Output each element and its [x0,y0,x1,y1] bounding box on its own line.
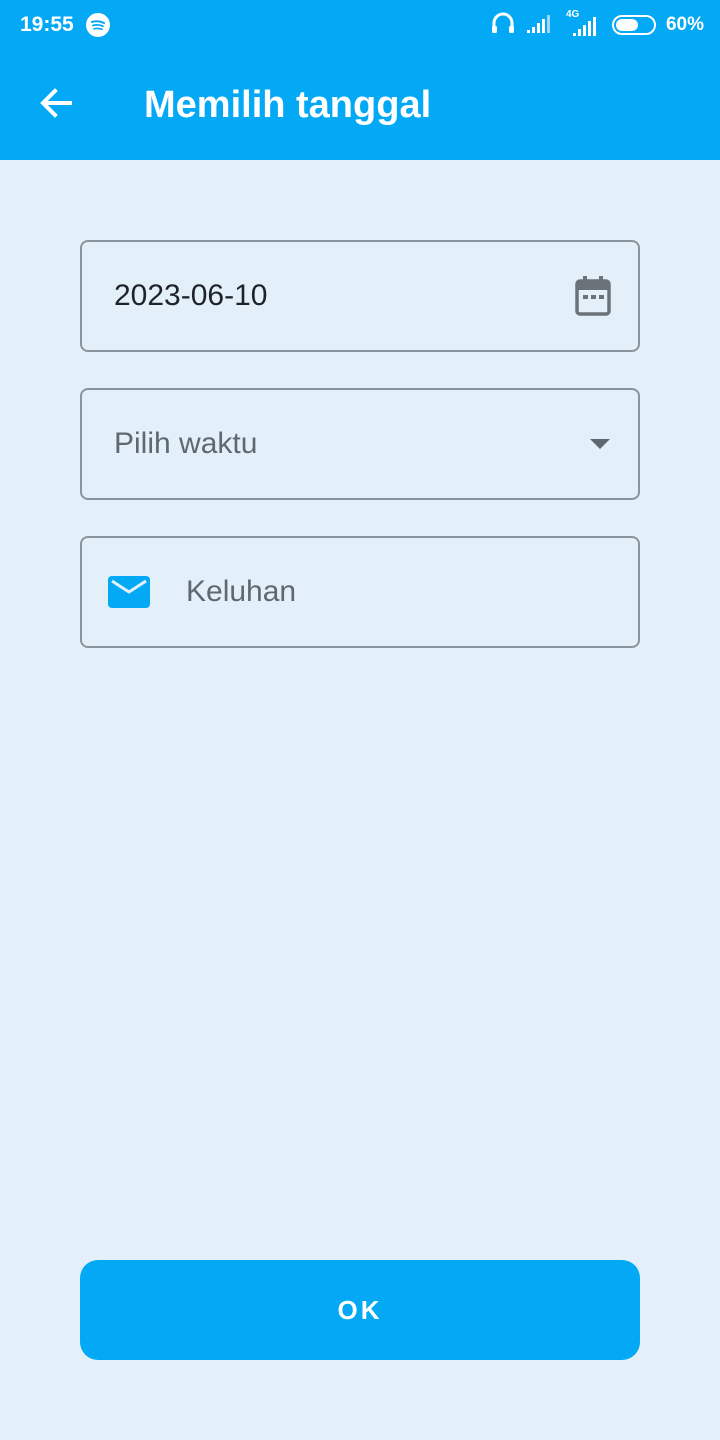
arrow-left-icon [38,85,74,126]
time-placeholder: Pilih waktu [114,427,258,460]
app-bar: Memilih tanggal [0,50,720,160]
headphones-icon [490,11,516,40]
dropdown-arrow-icon [588,437,612,451]
status-time: 19:55 [20,13,74,36]
date-value: 2023-06-10 [114,279,268,312]
complaint-input[interactable]: Keluhan [80,536,640,648]
mail-icon [108,575,150,609]
time-select[interactable]: Pilih waktu [80,388,640,500]
back-button[interactable] [20,69,92,141]
signal-icon [526,12,554,39]
calendar-icon[interactable] [574,275,612,317]
date-field[interactable]: 2023-06-10 [80,240,640,352]
spotify-icon [85,13,110,37]
status-bar: 19:55 4G 60% [0,0,720,50]
complaint-placeholder: Keluhan [186,575,297,608]
battery-percentage: 60% [665,14,704,35]
status-icons: 4G 60% [490,9,704,40]
ok-button[interactable]: OK [80,1260,640,1360]
signal-4g-icon: 4G [564,9,602,38]
battery-icon [611,15,656,35]
page-title: Memilih tanggal [144,83,432,126]
